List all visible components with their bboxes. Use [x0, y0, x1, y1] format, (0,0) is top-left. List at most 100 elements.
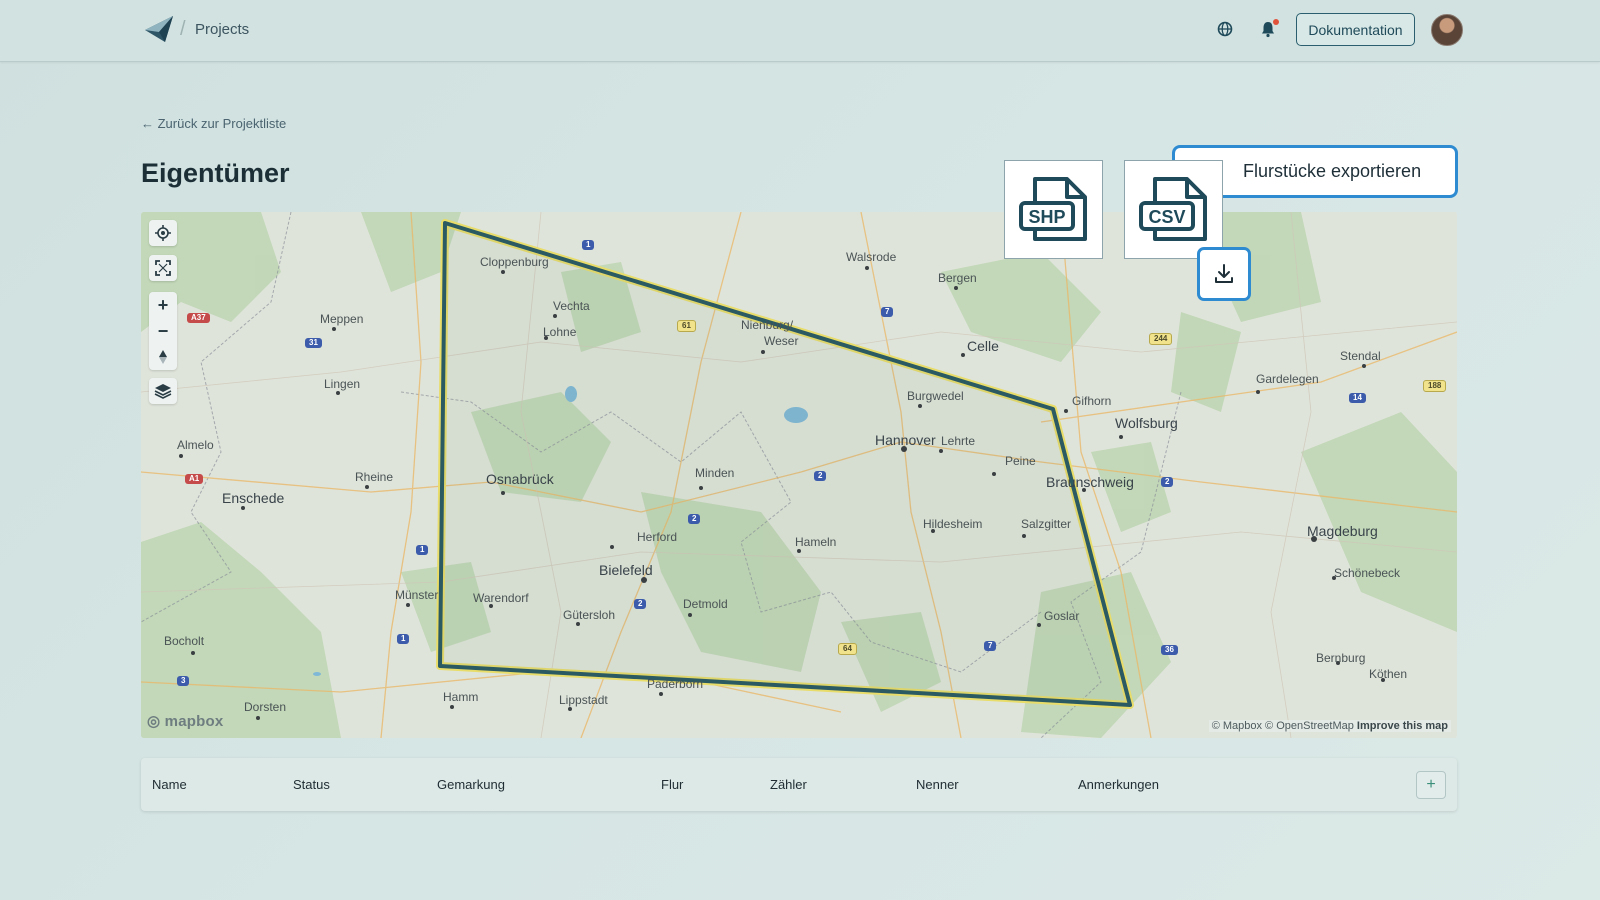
notification-badge [1273, 19, 1279, 25]
column-header-zaehler[interactable]: Zähler [770, 777, 807, 792]
map-city-label: Almelo [177, 438, 214, 452]
map-city-label: Peine [1005, 454, 1036, 468]
map-city-label: Burgwedel [907, 389, 964, 403]
zoom-out-icon[interactable]: − [149, 318, 177, 344]
locate-icon[interactable] [149, 220, 177, 246]
column-header-nenner[interactable]: Nenner [916, 777, 959, 792]
documentation-button[interactable]: Dokumentation [1296, 13, 1415, 46]
map-city-label: Köthen [1369, 667, 1408, 681]
map-city-label: Bocholt [164, 634, 205, 648]
road-shield: 64 [838, 643, 857, 655]
map-city-label: Stendal [1340, 349, 1381, 363]
map-city-label: Dorsten [244, 700, 287, 714]
map-city-label: Schönebeck [1334, 566, 1401, 580]
shp-label: SHP [1028, 207, 1065, 227]
globe-icon[interactable] [1217, 21, 1233, 37]
map-city-label: Goslar [1044, 609, 1080, 623]
map-city-label: Vechta [553, 299, 590, 313]
map-city-label: Münster [395, 588, 439, 602]
road-shield: 244 [1149, 333, 1173, 345]
map-city-label: Bergen [938, 271, 977, 285]
add-row-button[interactable]: + [1416, 771, 1446, 799]
improve-map-link[interactable]: Improve this map [1357, 720, 1448, 732]
road-shield: 31 [305, 338, 322, 348]
road-shield: 1 [582, 240, 595, 250]
map-city-label: Lehrte [941, 434, 976, 448]
map-city-label: Hamm [443, 690, 479, 704]
map-city-label: Herford [637, 530, 678, 544]
map-city-label: Celle [967, 338, 999, 354]
zoom-in-icon[interactable]: + [149, 292, 177, 318]
road-shield: A1 [185, 474, 204, 484]
zoom-controls: + − [149, 292, 177, 370]
road-shield: 2 [814, 471, 827, 481]
map-city-label: Gardelegen [1256, 372, 1319, 386]
map-city-label: Rheine [355, 470, 394, 484]
road-shield: A37 [187, 313, 210, 323]
road-shield: 14 [1349, 393, 1366, 403]
map-city-label: Wolfsburg [1115, 415, 1178, 431]
map-city-label: Hameln [795, 535, 837, 549]
map-city-label: Walsrode [846, 250, 897, 264]
shp-file-option[interactable]: SHP [1004, 160, 1103, 259]
road-shield: 36 [1161, 645, 1178, 655]
map-city-label: Bielefeld [599, 562, 653, 578]
avatar[interactable] [1431, 14, 1463, 46]
map-base [141, 212, 1457, 738]
owners-table: Name Status Gemarkung Flur Zähler Nenner… [141, 758, 1457, 811]
map-city-label: Weser [764, 334, 799, 348]
map-city-label: Gifhorn [1072, 394, 1112, 408]
csv-file-icon: CSV [1138, 176, 1207, 241]
column-header-status[interactable]: Status [293, 777, 330, 792]
map-city-label: Detmold [683, 597, 728, 611]
road-shield: 2 [1161, 477, 1174, 487]
back-to-project-list-link[interactable]: ← Zurück zur Projektliste [141, 116, 286, 131]
map-city-label: Hildesheim [923, 517, 983, 531]
top-bar: / Projects Dokumentation [0, 0, 1600, 62]
compass-icon[interactable] [149, 344, 177, 370]
logo-icon[interactable] [143, 14, 175, 44]
map-city-label: Salzgitter [1021, 517, 1072, 531]
csv-file-option[interactable]: CSV [1124, 160, 1223, 259]
map-city-label: Bernburg [1316, 651, 1366, 665]
download-icon [1215, 264, 1233, 283]
road-shield: 61 [677, 320, 696, 332]
map-city-label: Lohne [543, 325, 577, 339]
road-shield: 7 [881, 307, 894, 317]
download-button[interactable] [1197, 247, 1251, 301]
map-attribution: © Mapbox © OpenStreetMap Improve this ma… [1208, 720, 1451, 732]
map-city-label: Meppen [320, 312, 364, 326]
layers-icon[interactable] [149, 378, 177, 404]
map-city-label: Cloppenburg [480, 255, 549, 269]
breadcrumb-separator: / [180, 18, 186, 40]
attribution-text[interactable]: © Mapbox © OpenStreetMap [1212, 720, 1354, 732]
map-city-label: Lingen [324, 377, 361, 391]
map-city-label: Enschede [222, 490, 285, 506]
road-shield: 2 [688, 514, 701, 524]
map-city-label: Nienburg/ [741, 318, 794, 332]
column-header-gemarkung[interactable]: Gemarkung [437, 777, 505, 792]
breadcrumb-projects[interactable]: Projects [195, 21, 249, 38]
road-shield: 3 [177, 676, 190, 686]
mapbox-logo-text: mapbox [164, 713, 224, 730]
map-city-label: Gütersloh [563, 608, 616, 622]
csv-label: CSV [1148, 207, 1185, 227]
column-header-flur[interactable]: Flur [661, 777, 683, 792]
column-header-anmerkungen[interactable]: Anmerkungen [1078, 777, 1159, 792]
fullscreen-icon[interactable] [149, 255, 177, 281]
mapbox-logo[interactable]: ◎ mapbox [147, 712, 223, 730]
road-shield: 1 [416, 545, 429, 555]
column-header-name[interactable]: Name [152, 777, 187, 792]
map-city-label: Minden [695, 466, 735, 480]
map-city-label: Warendorf [473, 591, 529, 605]
map-city-label: Braunschweig [1046, 474, 1134, 490]
map-city-label: Magdeburg [1307, 523, 1378, 539]
road-shield: 188 [1423, 380, 1447, 392]
map-view[interactable]: Cloppenburg Vechta Lohne Walsrode Bergen… [141, 212, 1457, 738]
map-city-label: Hannover [875, 432, 936, 448]
map-city-label: Lippstadt [559, 693, 608, 707]
map-city-label: Osnabrück [486, 471, 554, 487]
shp-file-icon: SHP [1018, 176, 1087, 241]
page-title: Eigentümer [141, 158, 290, 188]
road-shield: 1 [397, 634, 410, 644]
